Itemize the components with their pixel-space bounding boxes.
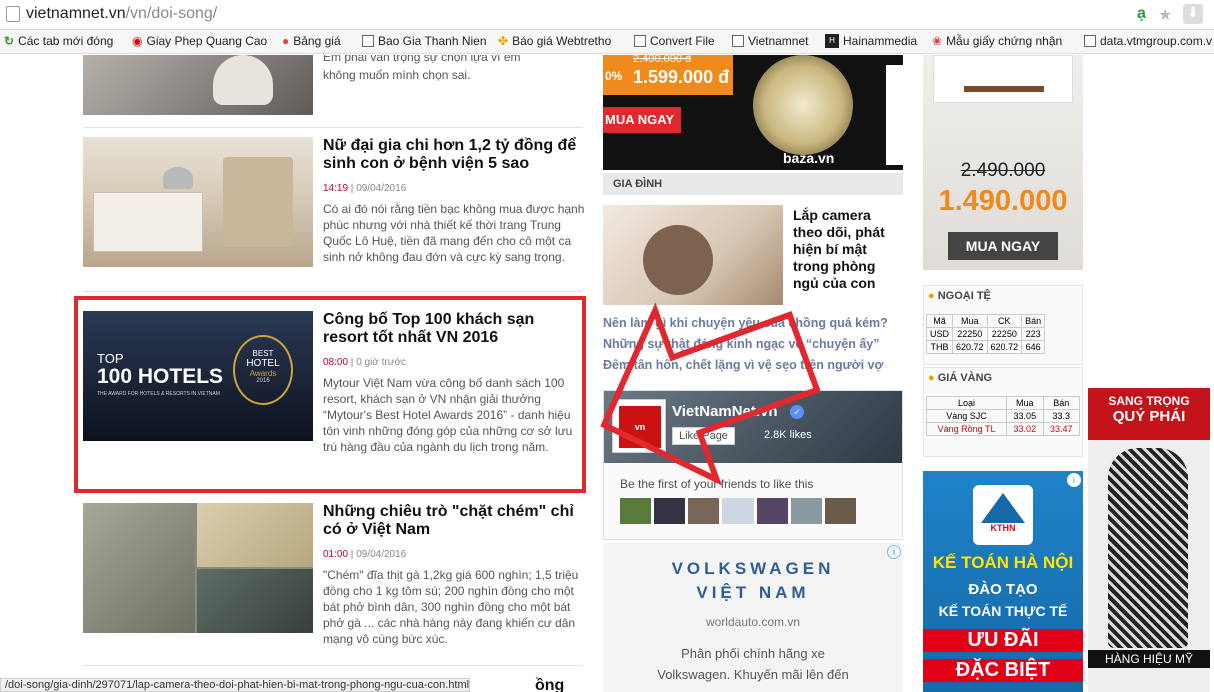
star-icon[interactable]: ★ bbox=[1158, 5, 1172, 25]
divider bbox=[83, 665, 583, 666]
gold-icon: ● bbox=[928, 372, 935, 384]
article-time: 14:19 | 09/04/2016 bbox=[323, 183, 407, 194]
article-time: 01:00 | 09/04/2016 bbox=[323, 549, 407, 560]
belt bbox=[964, 86, 1044, 92]
article-title[interactable]: Những chiêu trò "chặt chém" chỉ có ở Việ… bbox=[323, 503, 583, 539]
reload-icon: ↻ bbox=[4, 34, 15, 48]
hospital-bed bbox=[93, 192, 203, 252]
extension-icon[interactable]: ạ bbox=[1137, 5, 1146, 23]
avatar[interactable] bbox=[756, 498, 788, 524]
divider bbox=[83, 291, 583, 292]
divider bbox=[83, 127, 583, 128]
avatar[interactable] bbox=[654, 498, 686, 524]
article-thumbnail[interactable] bbox=[83, 55, 313, 115]
web-icon: ❀ bbox=[932, 34, 943, 48]
bookmark-item[interactable]: ◉ Giay Phep Quang Cao bbox=[132, 34, 267, 48]
arrow-annotation bbox=[600, 302, 820, 486]
new-price: 1.490.000 bbox=[938, 185, 1068, 217]
web-icon: ● bbox=[282, 34, 290, 48]
hainam-icon: H bbox=[825, 34, 839, 48]
featured-title[interactable]: Lắp camera theo dõi, phát hiện bí mật tr… bbox=[793, 207, 903, 292]
adchoices-icon[interactable]: i bbox=[1067, 473, 1081, 487]
web-icon: ✤ bbox=[498, 34, 509, 48]
person-figure bbox=[213, 55, 273, 105]
web-icon: ◉ bbox=[132, 34, 143, 48]
bookmark-item[interactable]: ✤ Báo giá Webtretho bbox=[498, 34, 611, 48]
forex-title: ● NGOẠI TỆ bbox=[928, 290, 991, 302]
bookmarks-bar: ↻ Các tab mới đóng ◉ Giay Phep Quang Cao ●… bbox=[0, 30, 1214, 54]
address-bar[interactable]: vietnamnet.vn/vn/doi-song/ ạ ★ ⬇ bbox=[0, 0, 1214, 30]
bookmark-item[interactable]: data.vtmgroup.com.v bbox=[1084, 34, 1212, 48]
gold-table: Loại Mua Bán Vàng SJC 33.05 33.3 Vàng Rồng T… bbox=[925, 396, 1081, 436]
avatar[interactable] bbox=[790, 498, 822, 524]
dress-image bbox=[1108, 448, 1188, 648]
section-title[interactable]: GIA ĐÌNH bbox=[603, 173, 903, 195]
article-thumbnail[interactable] bbox=[83, 503, 313, 633]
volkswagen-ad[interactable]: i VOLKSWAGEN VIỆT NAM worldauto.com.vn P… bbox=[603, 543, 903, 692]
bookmark-item[interactable]: ↻ Các tab mới đóng bbox=[4, 34, 113, 48]
article-title[interactable]: Nữ đại gia chi hơn 1,2 tỷ đồng để sinh c… bbox=[323, 137, 583, 173]
avatar[interactable] bbox=[722, 498, 754, 524]
status-bar: /doi-song/gia-dinh/297071/lap-camera-the… bbox=[0, 678, 471, 692]
watch-image bbox=[753, 55, 853, 155]
person-figure bbox=[643, 225, 713, 295]
page-icon bbox=[732, 35, 744, 47]
price-box: 2.400.000 đ 0% 1.599.000 đ bbox=[603, 55, 733, 95]
avatar[interactable] bbox=[620, 498, 652, 524]
tshirt-ad[interactable]: 2.490.000 1.490.000 MUA NGAY bbox=[923, 55, 1083, 270]
article-title[interactable]: ồng bbox=[535, 677, 575, 692]
old-price: 2.490.000 bbox=[960, 160, 1046, 181]
fashion-header: SANG TRỌNG QUÝ PHÁI bbox=[1088, 388, 1210, 440]
bookmark-item[interactable]: ● Bảng giá bbox=[282, 34, 341, 48]
page-icon bbox=[6, 6, 20, 22]
adchoices-icon[interactable]: i bbox=[887, 545, 901, 559]
food-photo bbox=[83, 503, 195, 633]
article-summary: Em phải vấn trọng sự chọn lựa vì em bbox=[323, 55, 521, 64]
bookmark-item[interactable]: H Hainammedia bbox=[825, 34, 917, 48]
avatar[interactable] bbox=[824, 498, 856, 524]
forex-widget: ● NGOẠI TỆ Mã Mua CK Bán USD 22250 22250 223 T… bbox=[923, 285, 1083, 365]
bookmark-item[interactable]: ❀ Mẫu giấy chứng nhận bbox=[932, 34, 1062, 48]
tea-set bbox=[163, 167, 193, 189]
food-photo bbox=[197, 503, 313, 567]
highlight-box bbox=[74, 296, 586, 493]
coin-icon: ● bbox=[928, 290, 935, 302]
kthn-ad[interactable]: i KTHN KẾ TOÁN HÀ NỘI ĐÀO TẠO KẾ TOÁN TH… bbox=[923, 471, 1083, 692]
watch-ad[interactable]: 2.400.000 đ 0% 1.599.000 đ MUA NGAY baza… bbox=[603, 55, 903, 170]
fashion-ad[interactable]: SANG TRỌNG QUÝ PHÁI HÀNG HIỆU MỸ bbox=[1088, 388, 1210, 692]
gold-title: ● GIÁ VÀNG bbox=[928, 372, 993, 384]
download-icon[interactable]: ⬇ bbox=[1183, 4, 1203, 24]
food-photo bbox=[197, 569, 313, 633]
url-text[interactable]: vietnamnet.vn/vn/doi-song/ bbox=[26, 5, 217, 23]
kthn-logo: KTHN bbox=[973, 485, 1033, 545]
fb-friend-avatars bbox=[620, 498, 856, 524]
bookmark-item[interactable]: Bao Gia Thanh Nien bbox=[362, 34, 487, 48]
bookmark-item[interactable]: Vietnamnet bbox=[732, 34, 809, 48]
brand-logo: baza.vn bbox=[783, 150, 835, 166]
page-icon bbox=[1084, 35, 1096, 47]
buy-now-button[interactable]: MUA NGAY bbox=[603, 107, 681, 133]
buy-now-button[interactable]: MUA NGAY bbox=[948, 232, 1058, 260]
fashion-tagline: HÀNG HIỆU MỸ bbox=[1088, 650, 1210, 668]
avatar[interactable] bbox=[688, 498, 720, 524]
page-icon bbox=[634, 35, 646, 47]
forex-table: Mã Mua CK Bán USD 22250 22250 223 THB 620.72 620… bbox=[925, 314, 1046, 354]
side-strip bbox=[886, 65, 903, 165]
furniture bbox=[223, 157, 293, 247]
bookmark-item[interactable]: Convert File bbox=[634, 34, 715, 48]
product-image bbox=[933, 55, 1073, 103]
article-summary: "Chém" đĩa thịt gà 1,2kg giá 600 nghìn; … bbox=[323, 568, 579, 646]
article-thumbnail[interactable] bbox=[83, 137, 313, 267]
article-summary: Có ai đó nói rằng tiền bạc không mua đượ… bbox=[323, 202, 585, 264]
gold-widget: ● GIÁ VÀNG Loại Mua Bán Vàng SJC 33.05 33.3 … bbox=[923, 367, 1083, 457]
page-icon bbox=[362, 35, 374, 47]
page-content: Em phải vấn trọng sự chọn lựa vì em khôn… bbox=[0, 55, 1214, 692]
article-summary: không muốn mình chọn sai. bbox=[323, 68, 471, 82]
